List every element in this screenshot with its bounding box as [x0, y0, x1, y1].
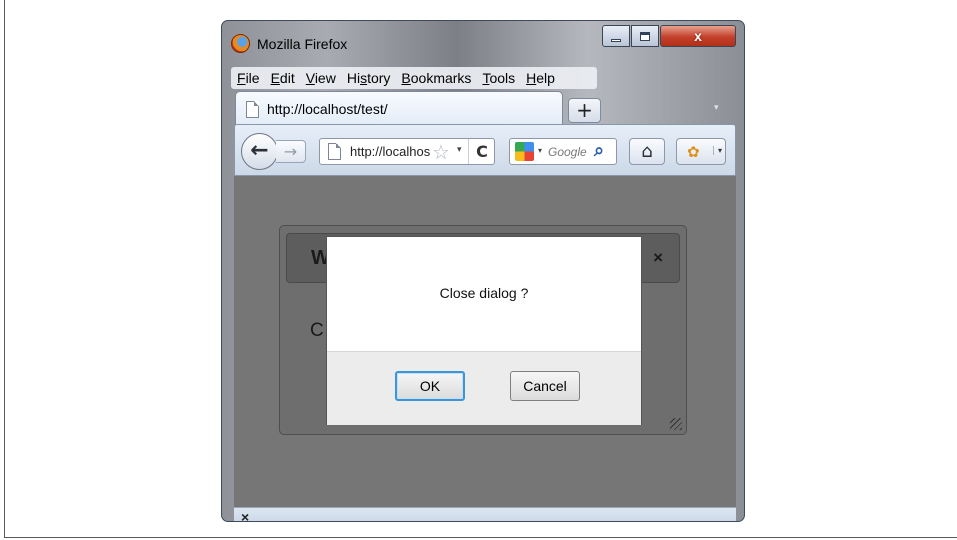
confirm-dialog: Close dialog ? OK Cancel	[326, 236, 642, 425]
url-bar[interactable]: http://localhost/test/ ☆ ▾ C	[319, 138, 495, 165]
search-engine-dropdown-icon[interactable]: ▾	[538, 146, 542, 155]
resize-grip-icon	[670, 418, 682, 430]
forward-button[interactable]: →	[276, 140, 306, 163]
maximize-icon	[640, 31, 650, 41]
confirm-dialog-footer: OK Cancel	[327, 351, 641, 425]
browser-window: Mozilla Firefox x File Edit View History…	[221, 20, 745, 522]
addon-icon: ✿	[687, 143, 700, 161]
new-tab-button[interactable]: +	[568, 98, 601, 123]
addon-button[interactable]: ✿ ▾	[676, 138, 726, 165]
search-input[interactable]: Google	[548, 145, 592, 159]
menu-view[interactable]: View	[300, 70, 341, 86]
ok-button[interactable]: OK	[395, 371, 465, 401]
menu-tools[interactable]: Tools	[476, 70, 520, 86]
add-on-bar: ×	[234, 507, 736, 521]
history-dropdown-icon[interactable]: ▾	[457, 145, 462, 155]
search-icon[interactable]: ⌕	[594, 140, 604, 161]
tab-localhost[interactable]: http://localhost/test/	[235, 91, 563, 125]
minimize-button[interactable]	[602, 25, 630, 47]
minimize-icon	[611, 38, 621, 42]
tab-title: http://localhost/test/	[267, 101, 388, 117]
google-icon[interactable]	[515, 142, 534, 161]
menu-history[interactable]: History	[341, 70, 396, 86]
search-bar[interactable]: ▾ Google ⌕	[509, 138, 617, 165]
menu-bookmarks[interactable]: Bookmarks	[395, 70, 476, 86]
close-icon: x	[694, 28, 702, 44]
firefox-logo-icon	[231, 34, 250, 53]
home-button[interactable]: ⌂	[629, 138, 665, 165]
close-addon-bar-icon[interactable]: ×	[241, 509, 249, 521]
url-input[interactable]: http://localhost/test/	[350, 144, 430, 159]
reload-icon[interactable]: C	[468, 139, 495, 164]
confirm-message: Close dialog ?	[439, 285, 529, 301]
menu-bar: File Edit View History Bookmarks Tools H…	[231, 67, 597, 89]
close-window-button[interactable]: x	[660, 25, 736, 47]
menu-edit[interactable]: Edit	[265, 70, 300, 86]
back-button[interactable]: ←	[241, 133, 278, 170]
background-dialog-body: C	[310, 320, 324, 341]
tab-strip: http://localhost/test/ + ▾	[222, 91, 744, 125]
site-identity-icon[interactable]	[328, 143, 341, 160]
addon-dropdown-icon[interactable]: ▾	[713, 146, 722, 155]
window-title: Mozilla Firefox	[257, 36, 348, 52]
menu-file[interactable]: File	[231, 70, 265, 86]
navigation-toolbar: ← → http://localhost/test/ ☆ ▾ C ▾ Googl…	[234, 124, 736, 176]
title-bar[interactable]: Mozilla Firefox x	[222, 21, 744, 63]
bookmark-star-icon[interactable]: ☆	[432, 140, 450, 164]
cancel-button[interactable]: Cancel	[510, 371, 580, 401]
menu-help[interactable]: Help	[520, 70, 560, 86]
maximize-button[interactable]	[631, 25, 659, 47]
page-content: W × C Close dialog ? OK Cancel	[234, 176, 736, 507]
background-dialog-close-icon: ×	[653, 248, 663, 267]
page-icon	[246, 101, 259, 118]
list-all-tabs-icon[interactable]: ▾	[714, 103, 719, 113]
